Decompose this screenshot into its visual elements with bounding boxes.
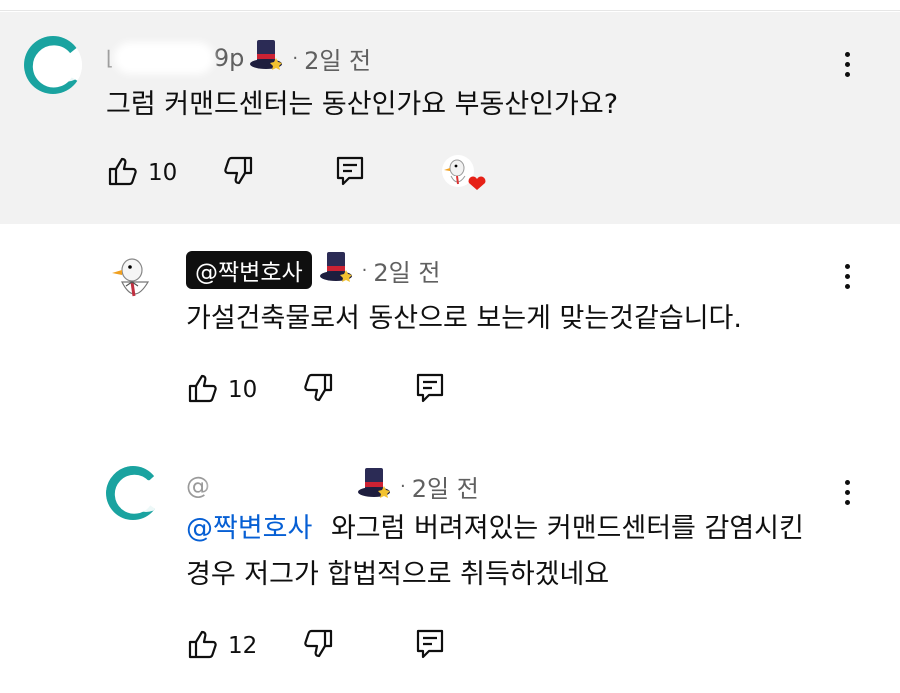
avatar[interactable] — [24, 36, 82, 94]
like-count: 10 — [148, 160, 178, 186]
redacted-author — [113, 42, 214, 74]
like-count: 10 — [228, 377, 258, 403]
thumbs-down-icon — [224, 156, 253, 185]
avatar-image — [24, 36, 82, 94]
top-hat-icon — [356, 466, 392, 506]
more-options-button[interactable] — [842, 480, 852, 505]
more-options-button[interactable] — [842, 52, 852, 77]
mention-link[interactable]: @짝변호사 — [186, 513, 312, 544]
dislike-button[interactable] — [303, 628, 335, 664]
comment-meta: @짝변호사 · 2일 전 — [186, 250, 440, 290]
comment-text-line2: 경우 저그가 합법적으로 취득하겠네요 — [186, 559, 610, 590]
top-divider — [0, 0, 900, 11]
comment-actions: 12 — [186, 628, 445, 664]
thumbs-up-icon — [188, 374, 217, 403]
redacted-author — [210, 470, 350, 502]
comment-text: 그럼 커맨드센터는 동산인가요 부동산인가요? — [106, 89, 619, 120]
thumbs-down-icon — [304, 629, 333, 658]
avatar[interactable] — [106, 466, 160, 520]
creator-heart-icon — [441, 154, 487, 192]
comment-actions: 10 — [106, 154, 487, 192]
comment-text-line1: 와그럼 버려져있는 커맨드센터를 감염시킨 — [330, 513, 804, 544]
author-name[interactable]: @짝변호사 — [186, 251, 312, 289]
reply-button[interactable] — [335, 155, 365, 191]
comment-time[interactable]: 2일 전 — [412, 469, 479, 504]
avatar[interactable] — [108, 252, 160, 304]
comment-time[interactable]: 2일 전 — [373, 253, 440, 288]
reply-icon — [417, 629, 444, 659]
comment-text: @짝변호사 와그럼 버려져있는 커맨드센터를 감염시킨 — [186, 506, 804, 552]
top-hat-icon — [318, 250, 354, 290]
top-hat-icon — [248, 38, 284, 78]
avatar-image — [106, 466, 160, 520]
comment-text: 가설건축물로서 동산으로 보는게 맞는것같습니다. — [186, 303, 742, 334]
thumbs-up-icon — [188, 630, 217, 659]
author-prefix-icon: ⌊ — [106, 46, 114, 70]
comment-actions: 10 — [186, 372, 445, 408]
like-button[interactable] — [186, 372, 218, 408]
dislike-button[interactable] — [223, 155, 255, 191]
thumbs-down-icon — [304, 373, 333, 402]
reply-icon — [417, 373, 444, 403]
like-button[interactable] — [106, 155, 138, 191]
comment-meta: @ · 2일 전 — [186, 468, 479, 504]
more-options-button[interactable] — [842, 264, 852, 289]
like-button[interactable] — [186, 628, 218, 664]
dislike-button[interactable] — [303, 372, 335, 408]
comment-time[interactable]: 2일 전 — [304, 41, 371, 76]
comment-meta: ⌊ 9p · 2일 전 — [106, 40, 371, 76]
thumbs-up-icon — [108, 157, 137, 186]
reply-icon — [337, 156, 364, 186]
author-name[interactable]: 9p — [214, 44, 245, 72]
reply-button[interactable] — [415, 372, 445, 408]
like-count: 12 — [228, 633, 258, 659]
author-name[interactable]: @ — [186, 472, 210, 500]
goose-avatar-image — [112, 258, 150, 297]
reply-button[interactable] — [415, 628, 445, 664]
